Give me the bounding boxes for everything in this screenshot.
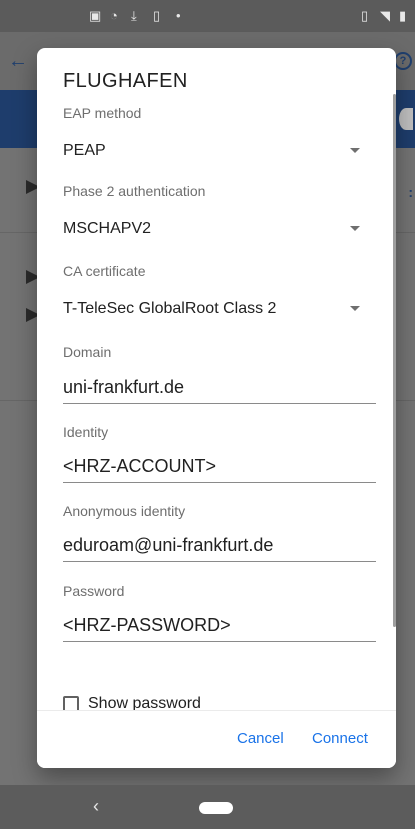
dialog-title: FLUGHAFEN	[63, 70, 188, 92]
ca-certificate-value: T-TeleSec GlobalRoot Class 2	[63, 300, 277, 317]
chevron-down-icon	[350, 306, 360, 311]
eap-method-label: EAP method	[63, 105, 142, 121]
home-pill-icon[interactable]	[199, 802, 233, 814]
ca-certificate-label: CA certificate	[63, 263, 146, 279]
identity-label: Identity	[63, 424, 109, 440]
connect-button[interactable]: Connect	[312, 730, 368, 747]
status-bar: ▣ ◔ ⤓ ▯ • ▯ ◥ ▮	[0, 0, 415, 32]
chevron-down-icon	[350, 148, 360, 153]
signal-wifi-icon: ◥	[380, 8, 390, 23]
password-label: Password	[63, 583, 125, 599]
cancel-button[interactable]: Cancel	[237, 730, 284, 747]
identity-field[interactable]	[63, 451, 376, 483]
phase2-select[interactable]: MSCHAPV2	[37, 210, 396, 244]
scrollbar[interactable]	[393, 94, 396, 627]
anonymous-identity-field[interactable]	[63, 530, 376, 562]
eap-method-value: PEAP	[63, 142, 106, 159]
dot-icon: •	[176, 8, 181, 23]
battery-icon: ▮	[399, 8, 407, 23]
banner-toggle	[399, 108, 413, 130]
password-field[interactable]	[63, 610, 376, 642]
sim-icon: ▯	[153, 8, 161, 23]
vibrate-icon: ▯	[361, 8, 369, 23]
anonymous-identity-label: Anonymous identity	[63, 503, 186, 519]
chevron-down-icon	[350, 226, 360, 231]
ca-certificate-select[interactable]: T-TeleSec GlobalRoot Class 2	[37, 290, 396, 324]
phase2-label: Phase 2 authentication	[63, 183, 206, 199]
wifi-icon: ◔	[110, 8, 118, 23]
domain-label: Domain	[63, 344, 112, 360]
back-arrow-icon: ←	[8, 50, 28, 72]
phase2-value: MSCHAPV2	[63, 220, 152, 237]
download-icon: ⤓	[131, 8, 137, 23]
help-icon: ?	[394, 52, 412, 70]
nav-back-icon[interactable]: ‹	[93, 797, 99, 815]
image-icon: ▣	[89, 8, 102, 23]
eap-method-select[interactable]: PEAP	[37, 132, 396, 166]
settings-icon: :	[408, 184, 413, 200]
domain-field[interactable]	[63, 372, 376, 404]
wifi-config-dialog: FLUGHAFEN EAP method PEAP Phase 2 authen…	[37, 48, 396, 768]
